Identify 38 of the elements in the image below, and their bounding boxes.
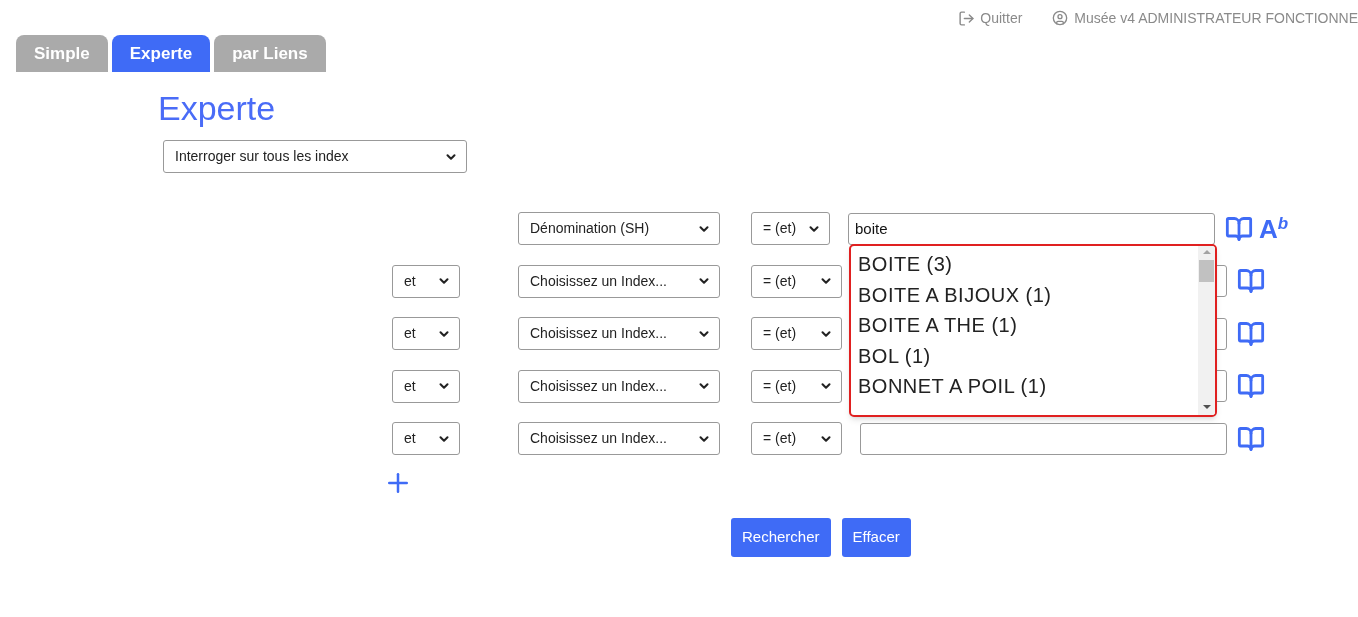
quit-link[interactable]: Quitter [958, 7, 1023, 29]
index-select[interactable]: Dénomination (SH) [518, 212, 720, 245]
suggestion-item[interactable]: BOITE A THE (1) [858, 310, 1198, 341]
search-tab[interactable]: Experte [111, 35, 211, 72]
connector-select[interactable]: et [392, 264, 460, 298]
suggestion-item[interactable]: BOITE (3) [858, 249, 1198, 280]
scrollbar-thumb[interactable] [1199, 260, 1214, 282]
user-icon [1052, 10, 1069, 26]
scope-select[interactable]: Interroger sur tous les index [163, 140, 467, 173]
page-title: Experte [158, 88, 277, 128]
index-select[interactable]: Choisissez un Index... [518, 317, 720, 350]
suggestion-item[interactable]: BOL (1) [858, 340, 1198, 371]
book-icon[interactable] [1225, 214, 1253, 243]
connector-select[interactable]: et [392, 369, 460, 403]
index-select[interactable]: Choisissez un Index... [518, 264, 720, 298]
scroll-down-icon[interactable] [1202, 405, 1211, 409]
operator-select[interactable]: = (et) [751, 369, 842, 403]
book-icon[interactable] [1237, 424, 1265, 453]
connector-select[interactable]: et [392, 317, 460, 350]
connector-select[interactable]: et [392, 422, 460, 455]
format-button[interactable]: A$^{b}$ [1259, 215, 1289, 242]
operator-select[interactable]: = (et) [751, 264, 842, 298]
action-button[interactable]: Rechercher [731, 517, 831, 557]
suggestion-item[interactable]: BOITE A BIJOUX (1) [858, 279, 1198, 310]
operator-select[interactable]: = (et) [751, 422, 842, 455]
book-icon[interactable] [1237, 267, 1265, 295]
operator-select[interactable]: = (et) [751, 317, 842, 350]
operator-select[interactable]: = (et) [751, 212, 830, 245]
action-button[interactable]: Effacer [841, 517, 911, 557]
index-select[interactable]: Choisissez un Index... [518, 422, 720, 455]
logout-icon [958, 9, 976, 27]
book-icon[interactable] [1237, 372, 1265, 400]
suggestion-item[interactable]: BONNET A POIL (1) [858, 371, 1198, 402]
index-select[interactable]: Choisissez un Index... [518, 369, 720, 403]
user-name: Musée v4 ADMINISTRATEUR FONCTIONNE [1074, 8, 1358, 28]
scrollbar[interactable] [1198, 246, 1215, 415]
book-icon[interactable] [1237, 319, 1265, 348]
search-field[interactable] [860, 422, 1227, 455]
